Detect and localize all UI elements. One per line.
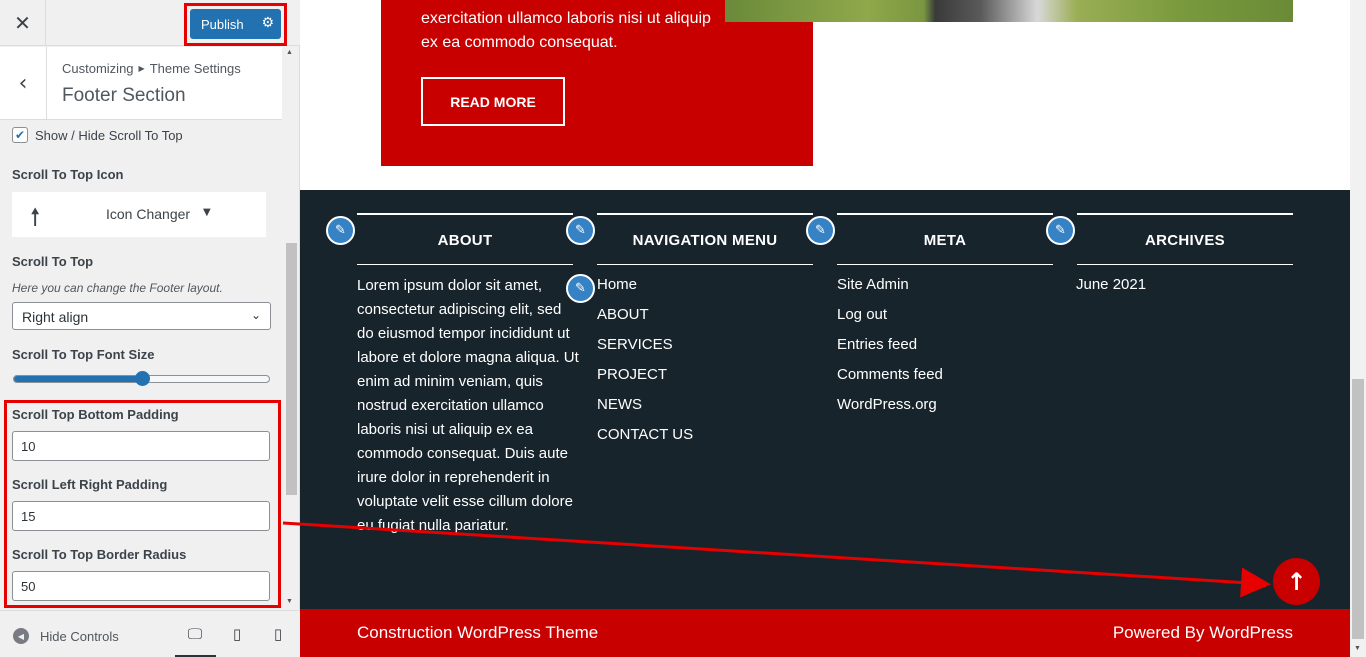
meta-link-comments-feed[interactable]: Comments feed	[837, 360, 943, 390]
card-text: exercitation ullamco laboris nisi ut ali…	[421, 10, 711, 51]
hide-controls-label: Hide Controls	[40, 628, 119, 644]
archives-widget-title: ARCHIVES	[1145, 232, 1225, 249]
archive-link[interactable]: June 2021	[1076, 270, 1146, 300]
edit-pencil-icon[interactable]: ✎	[566, 274, 595, 303]
nav-link-project[interactable]: PROJECT	[597, 360, 693, 390]
gear-icon[interactable]: ⚙	[261, 15, 274, 31]
mobile-icon[interactable]: ▯	[268, 625, 288, 643]
desktop-icon[interactable]: 🖵	[185, 625, 205, 643]
preview-scrollbar-thumb[interactable]	[1352, 379, 1364, 639]
collapse-icon: ◀	[13, 628, 29, 644]
footer-widgets: ABOUT Lorem ipsum dolor sit amet, consec…	[300, 190, 1350, 609]
widget-bottom-line	[357, 264, 573, 265]
meta-link-logout[interactable]: Log out	[837, 300, 943, 330]
align-select[interactable]: Right align ⌄	[12, 302, 271, 330]
section-header: ‹ Customizing ▶ Theme Settings Footer Sect…	[0, 47, 282, 120]
nav-link-services[interactable]: SERVICES	[597, 330, 693, 360]
icon-changer-label: Icon Changer	[106, 206, 191, 222]
border-radius-input[interactable]: 50	[12, 571, 270, 601]
widget-top-line	[1077, 213, 1293, 215]
nav-link-home[interactable]: Home	[597, 270, 693, 300]
lr-padding-label: Scroll Left Right Padding	[12, 477, 168, 492]
bottom-padding-label: Scroll Top Bottom Padding	[12, 407, 179, 422]
widget-bottom-line	[597, 264, 813, 265]
arrow-up-icon: 🠕	[30, 203, 41, 231]
copyright-text: Construction WordPress Theme	[357, 623, 599, 642]
archives-list: June 2021	[1076, 270, 1146, 300]
hide-controls-button[interactable]: ◀ Hide Controls	[13, 628, 119, 644]
widget-top-line	[837, 213, 1053, 215]
nav-menu-list: Home ABOUT SERVICES PROJECT NEWS CONTACT…	[597, 270, 693, 450]
edit-pencil-icon[interactable]: ✎	[1046, 216, 1075, 245]
sidebar-scrollbar-thumb[interactable]	[286, 243, 297, 495]
nav-widget-title: NAVIGATION MENU	[632, 232, 778, 249]
font-size-label: Scroll To Top Font Size	[12, 347, 155, 362]
publish-label: Publish	[201, 16, 244, 32]
scroll-down-arrow-icon[interactable]: ▼	[286, 598, 293, 605]
icon-changer-dropdown[interactable]: 🠕 Icon Changer ▼	[12, 192, 266, 237]
read-more-button[interactable]: READ MORE	[421, 77, 565, 126]
customizer-sidebar: ✕ Publish ⚙ ‹ Customizing ▶ Theme Settings…	[0, 0, 300, 657]
chevron-down-icon: ▼	[203, 207, 211, 218]
widget-bottom-line	[837, 264, 1053, 265]
edit-pencil-icon[interactable]: ✎	[326, 216, 355, 245]
lr-padding-input[interactable]: 15	[12, 501, 270, 531]
edit-pencil-icon[interactable]: ✎	[806, 216, 835, 245]
powered-by-link[interactable]: Powered By WordPress	[1113, 623, 1293, 643]
breadcrumb: Customizing ▶ Theme Settings	[62, 61, 241, 76]
meta-link-site-admin[interactable]: Site Admin	[837, 270, 943, 300]
service-card: exercitation ullamco laboris nisi ut ali…	[381, 0, 813, 166]
edit-pencil-icon[interactable]: ✎	[566, 216, 595, 245]
breadcrumb-root: Customizing	[62, 61, 134, 76]
hero-image	[725, 0, 1293, 22]
section-title: Footer Section	[62, 85, 186, 106]
meta-widget-title: META	[923, 232, 967, 249]
site-preview: exercitation ullamco laboris nisi ut ali…	[300, 0, 1350, 657]
scroll-down-arrow-icon[interactable]: ▼	[1354, 645, 1361, 652]
customizer-footer: ◀ Hide Controls 🖵 ▯ ▯	[0, 610, 300, 657]
show-hide-checkbox[interactable]: ✔	[12, 127, 28, 143]
publish-button[interactable]: Publish ⚙	[190, 9, 281, 39]
meta-list: Site Admin Log out Entries feed Comments…	[837, 270, 943, 420]
nav-link-about[interactable]: ABOUT	[597, 300, 693, 330]
align-select-value: Right align	[22, 309, 89, 325]
font-size-slider-handle[interactable]	[134, 371, 150, 386]
about-widget-text: Lorem ipsum dolor sit amet, consectetur …	[357, 277, 579, 534]
font-size-slider-fill	[14, 376, 143, 382]
widget-top-line	[597, 213, 813, 215]
scroll-up-arrow-icon[interactable]: ▲	[286, 49, 293, 56]
customizer-header: ✕ Publish ⚙	[0, 0, 300, 46]
breadcrumb-parent: Theme Settings	[149, 61, 241, 76]
breadcrumb-separator-icon: ▶	[138, 64, 145, 73]
back-icon[interactable]: ‹	[0, 47, 47, 120]
meta-link-entries-feed[interactable]: Entries feed	[837, 330, 943, 360]
widget-top-line	[357, 213, 573, 215]
align-description: Here you can change the Footer layout.	[12, 281, 223, 295]
icon-label: Scroll To Top Icon	[12, 167, 124, 182]
footer-bottom-bar: Construction WordPress Theme Powered By …	[300, 609, 1350, 657]
scroll-to-top-button[interactable]: ↑	[1273, 558, 1320, 605]
show-hide-scroll-control[interactable]: ✔ Show / Hide Scroll To Top	[12, 127, 183, 143]
meta-link-wordpress-org[interactable]: WordPress.org	[837, 390, 943, 420]
align-label: Scroll To Top	[12, 254, 94, 269]
show-hide-label: Show / Hide Scroll To Top	[35, 127, 183, 143]
nav-link-contact[interactable]: CONTACT US	[597, 420, 693, 450]
widget-bottom-line	[1077, 264, 1293, 265]
about-widget-title: ABOUT	[437, 232, 493, 249]
nav-link-news[interactable]: NEWS	[597, 390, 693, 420]
tablet-icon[interactable]: ▯	[227, 625, 247, 643]
bottom-padding-input[interactable]: 10	[12, 431, 270, 461]
border-radius-label: Scroll To Top Border Radius	[12, 547, 187, 562]
close-icon[interactable]: ✕	[0, 0, 46, 46]
chevron-down-icon: ⌄	[250, 308, 261, 322]
